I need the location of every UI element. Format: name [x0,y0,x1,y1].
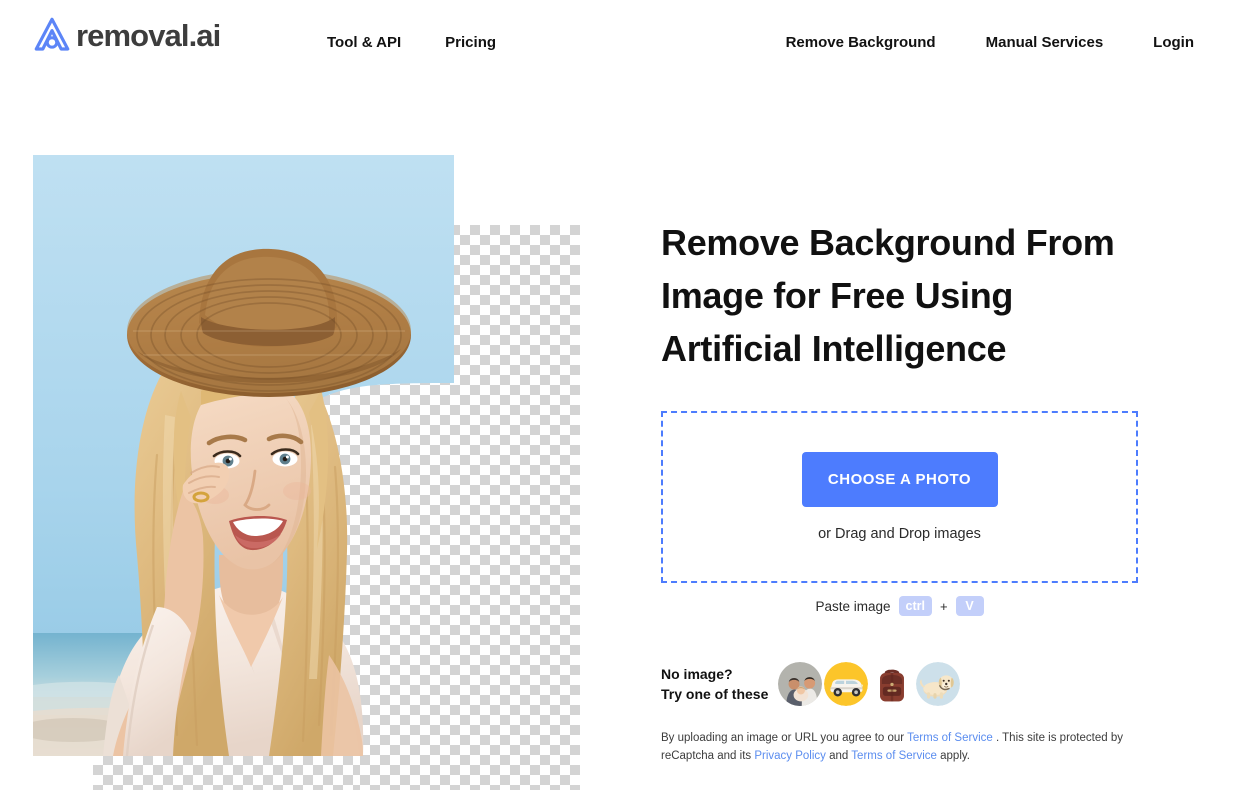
hero-image-region [33,155,580,790]
legal-disclaimer: By uploading an image or URL you agree t… [661,729,1123,765]
nav-manual-services[interactable]: Manual Services [986,33,1104,52]
sample-thumb-car[interactable] [822,660,870,708]
site-header: removal.ai Tool & API Pricing Remove Bac… [0,0,1236,86]
sample-label-line-1: No image? [661,666,733,682]
primary-nav-left: Tool & API Pricing [327,33,496,52]
upload-dropzone[interactable]: CHOOSE A PHOTO or Drag and Drop images [661,411,1138,583]
drag-and-drop-hint: or Drag and Drop images [818,525,981,542]
nav-remove-background[interactable]: Remove Background [786,33,936,52]
choose-a-photo-button[interactable]: CHOOSE A PHOTO [801,451,998,507]
sample-thumb-family[interactable] [776,660,824,708]
primary-nav-right: Remove Background Manual Services Login [786,33,1194,52]
checkerboard-transparency-pattern-bottom [93,755,353,790]
legal-text-part-1: By uploading an image or URL you agree t… [661,732,908,744]
nav-pricing[interactable]: Pricing [445,33,496,52]
terms-of-service-link-2[interactable]: Terms of Service [851,750,937,762]
brand-logo-link[interactable]: removal.ai [31,14,221,56]
removal-ai-logo-icon [31,14,73,56]
paste-image-label: Paste image [815,598,891,614]
sample-thumb-dog[interactable] [914,660,962,708]
hero-photo [33,155,454,756]
hero-copy-column: Remove Background From Image for Free Us… [661,216,1161,375]
nav-login[interactable]: Login [1153,33,1194,52]
key-separator: + [939,598,948,614]
key-ctrl[interactable]: ctrl [898,596,932,616]
sample-images-section: No image? Try one of these [661,660,962,708]
brand-name: removal.ai [76,17,221,53]
sample-thumbnails [776,660,962,708]
nav-tool-api[interactable]: Tool & API [327,33,401,52]
legal-text-part-3: and [825,750,852,762]
sample-thumb-backpack[interactable] [868,660,916,708]
legal-text-part-4: apply. [936,750,970,762]
sample-label-line-2: Try one of these [661,686,769,702]
page-root: removal.ai Tool & API Pricing Remove Bac… [0,0,1236,802]
paste-image-hint: Paste image ctrl + V [661,596,1138,616]
privacy-policy-link[interactable]: Privacy Policy [754,750,826,762]
sample-images-label: No image? Try one of these [661,664,776,704]
terms-of-service-link-1[interactable]: Terms of Service [907,732,993,744]
key-v[interactable]: V [955,596,984,616]
page-title: Remove Background From Image for Free Us… [661,222,1115,369]
